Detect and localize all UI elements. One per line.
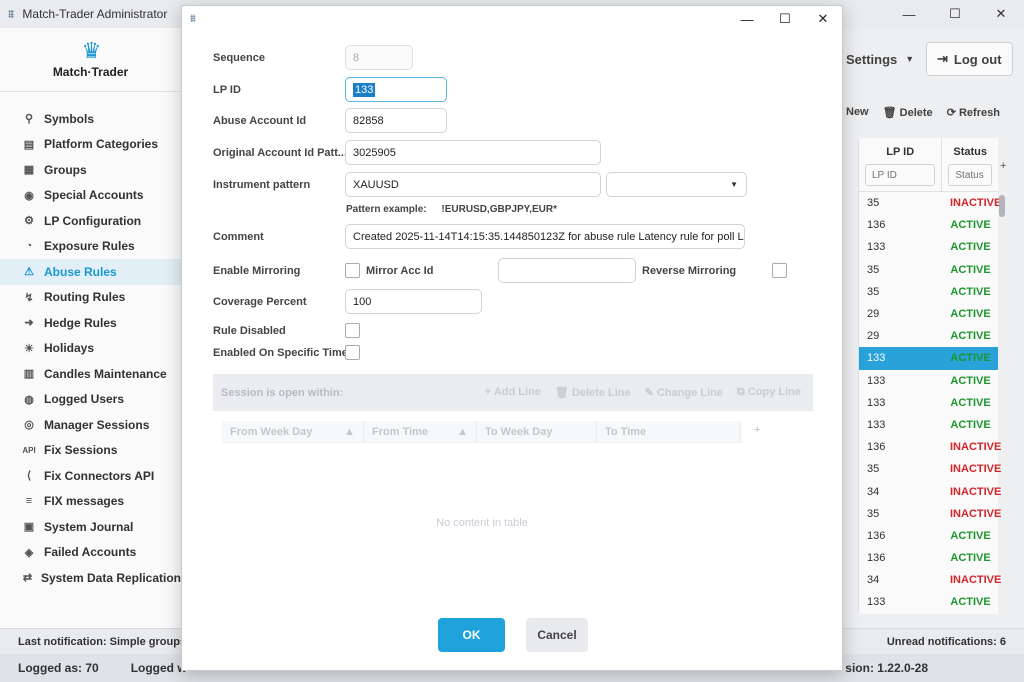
reverse-mirroring-checkbox[interactable] xyxy=(772,263,787,278)
copy-line-button[interactable]: ⧉ Copy Line xyxy=(737,386,801,399)
cancel-button[interactable]: Cancel xyxy=(526,618,588,652)
ok-button[interactable]: OK xyxy=(438,618,505,652)
instrument-row: Instrument pattern XAUUSD ▼ xyxy=(213,172,747,197)
col-to-time[interactable]: To Time xyxy=(597,421,740,442)
abuse-account-label: Abuse Account Id xyxy=(213,114,307,127)
orig-account-row: Original Account Id Patt... 3025905 xyxy=(213,140,601,165)
dialog-close-button[interactable]: ✕ xyxy=(804,6,842,32)
rule-disabled-label: Rule Disabled xyxy=(213,324,286,337)
coverage-field[interactable]: 100 xyxy=(345,289,482,314)
mirror-acc-label: Mirror Acc Id xyxy=(366,264,434,277)
comment-field[interactable]: Created 2025-11-14T14:15:35.144850123Z f… xyxy=(345,224,745,249)
dialog-titlebar: ⩩ — ☐ ✕ xyxy=(182,6,842,32)
col-from-week-day[interactable]: From Week Day ▲ xyxy=(222,421,364,442)
mirror-acc-field[interactable] xyxy=(498,258,636,283)
rule-disabled-row: Rule Disabled xyxy=(213,323,360,338)
sequence-label: Sequence xyxy=(213,51,265,64)
instrument-select[interactable]: ▼ xyxy=(606,172,747,197)
specific-time-checkbox[interactable] xyxy=(345,345,360,360)
dialog-window-controls: — ☐ ✕ xyxy=(728,6,842,32)
add-column-icon[interactable]: + xyxy=(754,424,760,436)
orig-account-field[interactable]: 3025905 xyxy=(345,140,601,165)
mirror-acc-checkbox[interactable] xyxy=(345,263,360,278)
col-from-time[interactable]: From Time ▲ xyxy=(364,421,477,442)
enable-mirroring-label: Enable Mirroring xyxy=(213,264,301,277)
pattern-hint: Pattern example: !EURUSD,GBPJPY,EUR* xyxy=(346,204,557,215)
specific-time-row: Enabled On Specific Time xyxy=(213,345,360,360)
abuse-account-field[interactable]: 82858 xyxy=(345,108,447,133)
app-logo-icon: ⩩ xyxy=(190,12,196,25)
reverse-mirroring-label: Reverse Mirroring xyxy=(642,264,737,277)
instrument-field[interactable]: XAUUSD xyxy=(345,172,601,197)
delete-line-button[interactable]: 🗑 Delete Line xyxy=(555,386,631,399)
dialog-maximize-button[interactable]: ☐ xyxy=(766,6,804,32)
lp-id-row: LP ID 133 xyxy=(213,77,447,102)
lp-id-field[interactable]: 133 xyxy=(345,77,447,102)
orig-account-label: Original Account Id Patt... xyxy=(213,146,345,159)
lp-id-value: 133 xyxy=(353,82,376,97)
instrument-label: Instrument pattern xyxy=(213,178,311,191)
mirroring-row: Enable Mirroring Mirror Acc Id Reverse M… xyxy=(213,258,787,283)
session-table: From Week Day ▲ From Time ▲ To Week Day To… xyxy=(222,421,742,601)
abuse-account-row: Abuse Account Id 82858 xyxy=(213,108,447,133)
specific-time-label: Enabled On Specific Time xyxy=(213,346,345,359)
sequence-row: Sequence 8 xyxy=(213,45,413,70)
pattern-example-label: Pattern example: xyxy=(346,204,427,215)
comment-label: Comment xyxy=(213,230,264,243)
rule-disabled-checkbox[interactable] xyxy=(345,323,360,338)
change-line-button[interactable]: ✎ Change Line xyxy=(645,386,723,399)
chevron-down-icon: ▼ xyxy=(730,180,738,189)
session-toolbar: Session is open within: + Add Line 🗑 Del… xyxy=(213,374,813,411)
sort-icon: ▲ xyxy=(457,426,468,438)
coverage-row: Coverage Percent 100 xyxy=(213,289,482,314)
abuse-rule-dialog: ⩩ — ☐ ✕ Sequence 8 LP ID 133 Abuse Accou… xyxy=(181,5,843,671)
sort-icon: ▲ xyxy=(344,426,355,438)
session-table-header: From Week Day ▲ From Time ▲ To Week Day To… xyxy=(222,421,742,443)
coverage-label: Coverage Percent xyxy=(213,295,307,308)
lp-id-label: LP ID xyxy=(213,83,241,96)
comment-row: Comment Created 2025-11-14T14:15:35.1448… xyxy=(213,224,745,249)
session-title: Session is open within: xyxy=(221,386,344,399)
session-actions: + Add Line 🗑 Delete Line ✎ Change Line ⧉… xyxy=(485,386,801,399)
add-line-button[interactable]: + Add Line xyxy=(485,386,541,399)
col-to-week-day[interactable]: To Week Day xyxy=(477,421,597,442)
dialog-minimize-button[interactable]: — xyxy=(728,6,766,32)
session-table-empty: No content in table xyxy=(436,517,528,529)
pattern-example-value: !EURUSD,GBPJPY,EUR* xyxy=(441,204,557,215)
sequence-field: 8 xyxy=(345,45,413,70)
